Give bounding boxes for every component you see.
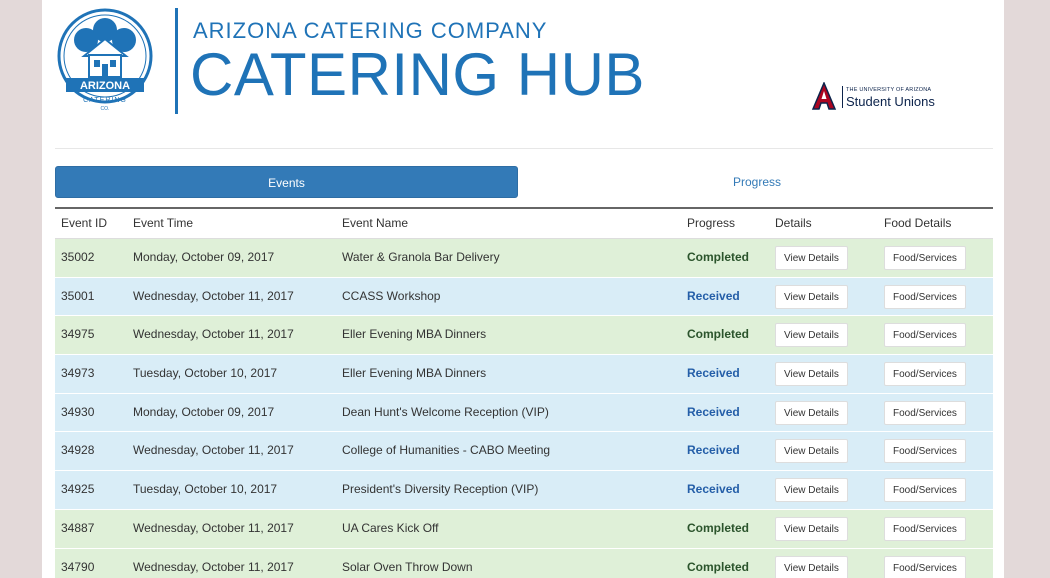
progress-status: Received	[687, 404, 740, 419]
table-body: 35002 Monday, October 09, 2017 Water & Gra…	[55, 239, 993, 578]
event-name: President's Diversity Reception (VIP)	[342, 482, 539, 497]
header-divider	[175, 8, 178, 114]
header: ARIZONA CATERING CO. ARIZONA CATERING CO…	[42, 0, 1004, 148]
column-header-progress: Progress	[687, 216, 736, 230]
event-name: Eller Evening MBA Dinners	[342, 366, 487, 381]
event-name: Dean Hunt's Welcome Reception (VIP)	[342, 404, 549, 419]
food-services-button[interactable]: Food/Services	[884, 439, 966, 464]
event-id: 34790	[61, 559, 95, 574]
food-services-button[interactable]: Food/Services	[884, 323, 966, 348]
svg-text:CATERING: CATERING	[83, 97, 127, 104]
food-services-button[interactable]: Food/Services	[884, 555, 966, 578]
event-id: 34928	[61, 443, 95, 458]
page: ARIZONA CATERING CO. ARIZONA CATERING CO…	[42, 0, 1004, 578]
svg-text:CO.: CO.	[101, 106, 110, 112]
event-name: College of Humanities - CABO Meeting	[342, 443, 551, 458]
progress-status: Received	[687, 366, 740, 381]
event-time: Wednesday, October 11, 2017	[133, 327, 294, 342]
view-details-button[interactable]: View Details	[775, 284, 848, 309]
event-name: UA Cares Kick Off	[342, 520, 439, 535]
food-services-button[interactable]: Food/Services	[884, 246, 966, 270]
food-services-button[interactable]: Food/Services	[884, 478, 966, 503]
food-services-button[interactable]: Food/Services	[884, 362, 966, 387]
event-id: 34930	[61, 404, 95, 419]
student-unions-logo: THE UNIVERSITY OF ARIZONA Student Unions	[810, 82, 946, 112]
event-time: Wednesday, October 11, 2017	[133, 559, 294, 574]
view-details-button[interactable]: View Details	[775, 400, 848, 425]
progress-status: Received	[687, 288, 740, 303]
event-id: 34925	[61, 482, 95, 497]
view-details-button[interactable]: View Details	[775, 246, 848, 270]
table-row: 34930 Monday, October 09, 2017 Dean Hunt's…	[55, 393, 993, 433]
view-details-button[interactable]: View Details	[775, 516, 848, 541]
event-name: CCASS Workshop	[342, 288, 441, 303]
events-table: Event ID Event Time Event Name Progress …	[55, 207, 993, 578]
event-id: 34973	[61, 366, 95, 381]
table-row: 34975 Wednesday, October 11, 2017 Eller Ev…	[55, 316, 993, 356]
table-row: 34925 Tuesday, October 10, 2017 President'…	[55, 471, 993, 510]
event-time: Wednesday, October 11, 2017	[133, 443, 294, 458]
progress-status: Received	[687, 443, 740, 458]
progress-status: Received	[687, 482, 740, 497]
event-time: Monday, October 09, 2017	[133, 404, 275, 419]
progress-status: Completed	[687, 327, 750, 342]
event-id: 34975	[61, 327, 95, 342]
event-time: Tuesday, October 10, 2017	[133, 366, 278, 381]
food-services-button[interactable]: Food/Services	[884, 400, 966, 425]
event-time: Wednesday, October 11, 2017	[133, 288, 294, 303]
event-time: Wednesday, October 11, 2017	[133, 520, 294, 535]
view-details-button[interactable]: View Details	[775, 323, 848, 348]
event-time: Monday, October 09, 2017	[133, 250, 275, 264]
event-name: Eller Evening MBA Dinners	[342, 327, 487, 342]
event-id: 35001	[61, 288, 95, 303]
svg-text:ARIZONA: ARIZONA	[80, 80, 130, 92]
header-rule	[55, 148, 993, 149]
food-services-button[interactable]: Food/Services	[884, 284, 966, 309]
column-header-food-details: Food Details	[884, 216, 952, 230]
table-row: 34928 Wednesday, October 11, 2017 College …	[55, 432, 993, 472]
page-title: CATERING HUB	[190, 41, 645, 108]
view-details-button[interactable]: View Details	[775, 439, 848, 464]
column-header-details: Details	[775, 216, 812, 230]
column-header-event-id: Event ID	[61, 216, 108, 230]
table-header: Event ID Event Time Event Name Progress …	[55, 207, 993, 239]
view-tabs: Events Progress	[55, 166, 993, 198]
progress-status: Completed	[687, 559, 750, 574]
view-details-button[interactable]: View Details	[775, 362, 848, 387]
table-row: 35001 Wednesday, October 11, 2017 CCASS Wo…	[55, 277, 993, 317]
food-services-button[interactable]: Food/Services	[884, 516, 966, 541]
university-a-icon	[811, 82, 837, 110]
event-id: 34887	[61, 520, 95, 535]
view-details-button[interactable]: View Details	[775, 478, 848, 503]
event-name: Solar Oven Throw Down	[342, 559, 473, 574]
table-row: 34973 Tuesday, October 10, 2017 Eller Even…	[55, 355, 993, 394]
table-row: 34887 Wednesday, October 11, 2017 UA Cares…	[55, 509, 993, 549]
tab-progress[interactable]: Progress	[521, 166, 993, 198]
tab-events[interactable]: Events	[55, 166, 518, 198]
event-time: Tuesday, October 10, 2017	[133, 482, 278, 497]
event-id: 35002	[61, 250, 95, 264]
event-name: Water & Granola Bar Delivery	[342, 250, 500, 264]
progress-status: Completed	[687, 520, 750, 535]
logo-separator	[842, 86, 843, 108]
table-row: 34790 Wednesday, October 11, 2017 Solar Ov…	[55, 548, 993, 578]
column-header-event-time: Event Time	[133, 216, 194, 230]
column-header-event-name: Event Name	[342, 216, 409, 230]
arizona-catering-logo: ARIZONA CATERING CO.	[57, 8, 153, 112]
view-details-button[interactable]: View Details	[775, 555, 848, 578]
student-unions-label: Student Unions	[846, 94, 935, 109]
university-name: THE UNIVERSITY OF ARIZONA	[846, 87, 932, 93]
progress-status: Completed	[687, 250, 750, 264]
table-row: 35002 Monday, October 09, 2017 Water & Gra…	[55, 239, 993, 278]
